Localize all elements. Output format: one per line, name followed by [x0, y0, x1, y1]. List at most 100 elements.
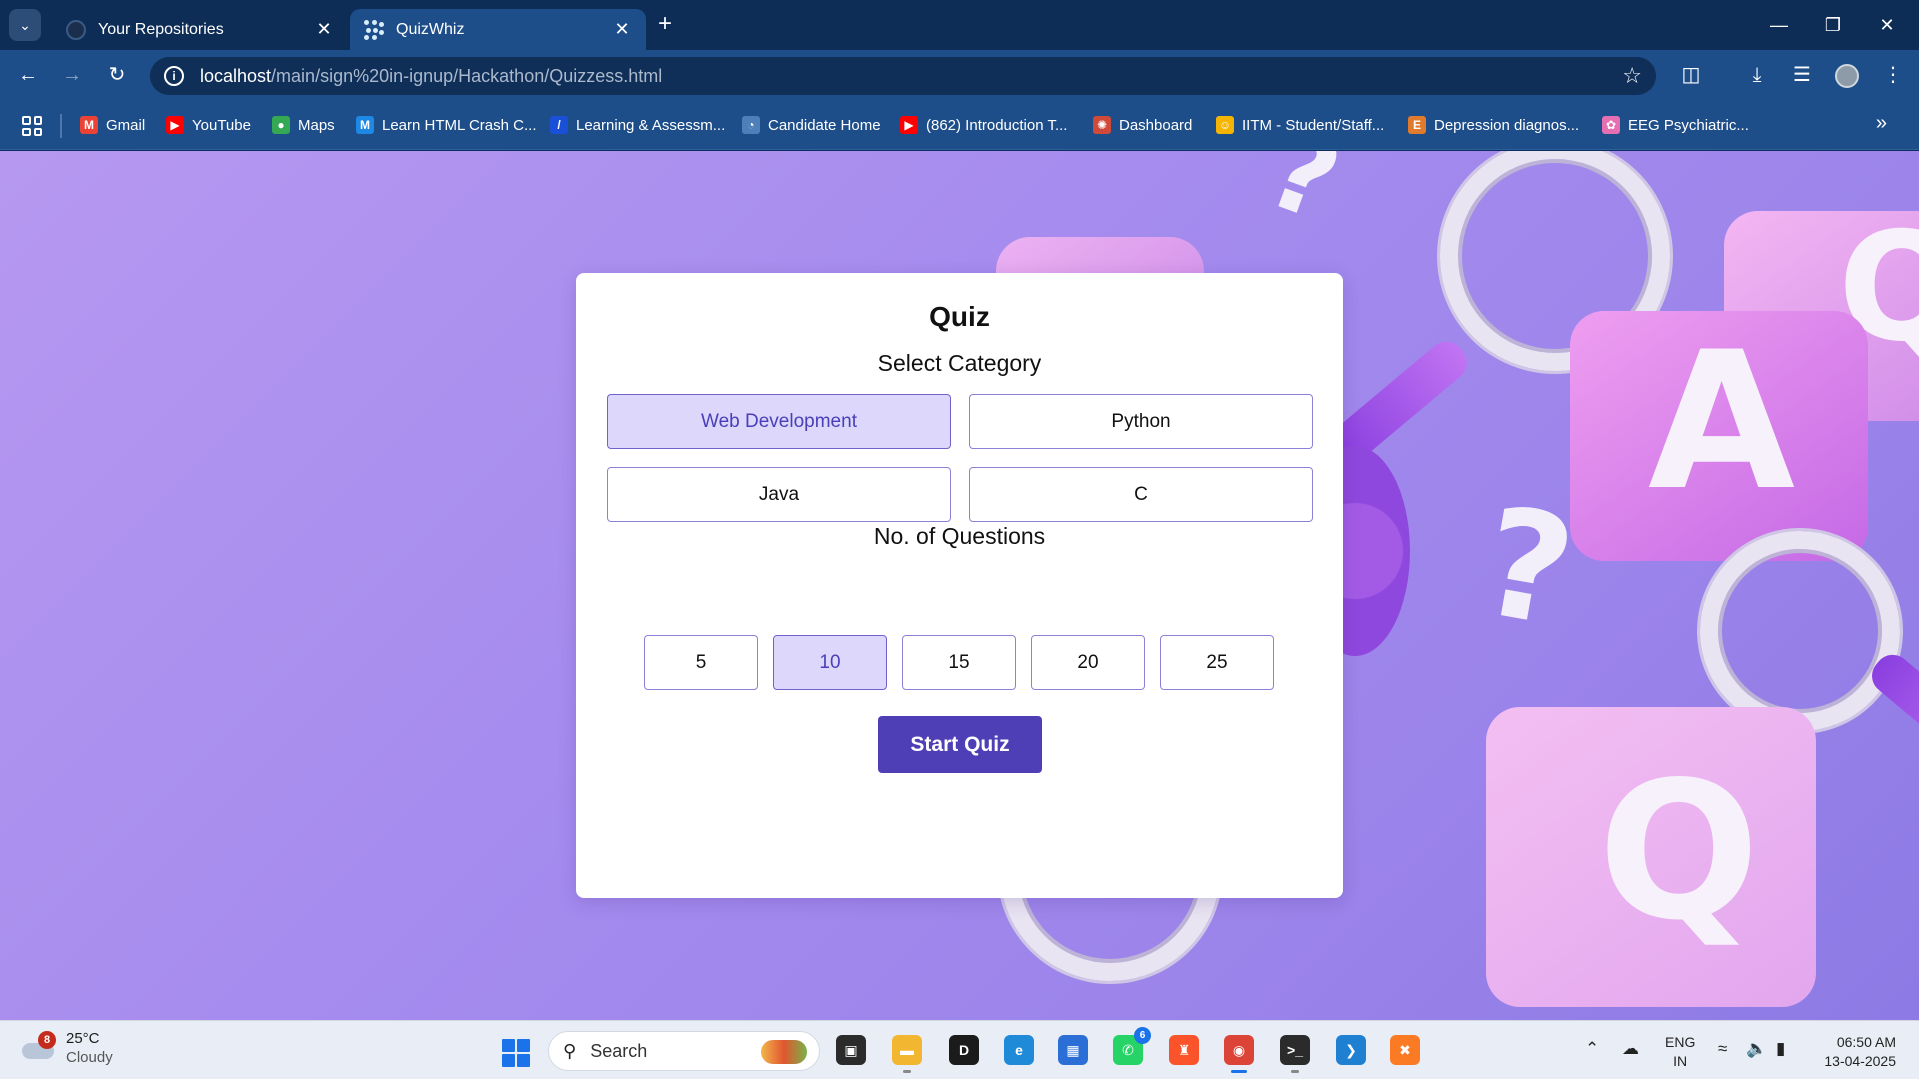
bubble-letter: A: [1648, 311, 1796, 532]
bookmark-label: Maps: [298, 116, 335, 134]
start-quiz-button[interactable]: Start Quiz: [878, 716, 1042, 773]
bookmark-label: Depression diagnos...: [1434, 116, 1580, 134]
whatsapp-icon[interactable]: ✆ 6: [1113, 1027, 1151, 1065]
tab-your-repositories[interactable]: Your Repositories ✕: [52, 9, 348, 50]
bookmark-item[interactable]: ☺ IITM - Student/Staff...: [1216, 114, 1384, 136]
file-explorer-icon[interactable]: ▬: [892, 1035, 922, 1073]
question-count-15-button[interactable]: 15: [902, 635, 1016, 690]
weather-widget[interactable]: 8 25°C Cloudy: [20, 1029, 113, 1067]
github-icon: [66, 19, 86, 40]
vscode-icon[interactable]: ❯: [1336, 1035, 1366, 1065]
url-host: localhost: [200, 65, 272, 86]
cloud-icon: 8: [20, 1031, 56, 1061]
close-tab-icon[interactable]: ✕: [612, 19, 632, 40]
chevron-down-icon: ⌄: [19, 16, 31, 33]
address-bar[interactable]: i localhost/main/sign%20in-ignup/Hackath…: [150, 57, 1656, 95]
volume-icon[interactable]: 🔈: [1746, 1039, 1767, 1059]
quiz-title: Quiz: [929, 301, 990, 332]
menu-kebab-icon[interactable]: ⋮: [1877, 59, 1909, 91]
site-info-icon[interactable]: i: [164, 66, 184, 86]
bookmark-item[interactable]: ◔ Candidate Home: [742, 114, 881, 136]
taskbar-search-placeholder: Search: [590, 1040, 648, 1061]
bookmark-item[interactable]: E Depression diagnos...: [1408, 114, 1579, 136]
bookmark-label: Dashboard: [1119, 116, 1193, 134]
browser-toolbar: ← → ↻ i localhost/main/sign%20in-ignup/H…: [0, 50, 1919, 100]
bookmark-item[interactable]: / Learning & Assessm...: [550, 114, 725, 136]
download-icon[interactable]: ⤓: [1741, 59, 1773, 91]
bookmark-item[interactable]: ● Maps: [272, 114, 335, 136]
show-hidden-icons-icon[interactable]: ⌃: [1585, 1039, 1599, 1059]
new-tab-button[interactable]: +: [652, 12, 678, 38]
questions-heading: No. of Questions: [873, 523, 1046, 549]
category-c-button[interactable]: C: [969, 467, 1313, 522]
question-count-10-button[interactable]: 10: [773, 635, 887, 690]
bookmarks-bar: M Gmail ▶ YouTube ● Maps M Learn HTML Crash C..…: [0, 100, 1919, 150]
brain-icon: ✿: [1602, 116, 1620, 134]
edge-icon[interactable]: e: [1004, 1035, 1034, 1065]
bookmark-separator: [60, 114, 62, 138]
clock-date: 13-04-2025: [1824, 1053, 1896, 1069]
bookmark-label: Learn HTML Crash C...: [382, 116, 537, 134]
category-web-development-button[interactable]: Web Development: [607, 394, 951, 449]
question-count-20-button[interactable]: 20: [1031, 635, 1145, 690]
forward-button[interactable]: →: [56, 59, 88, 91]
language-indicator[interactable]: ENG IN: [1665, 1033, 1695, 1071]
close-tab-icon[interactable]: ✕: [314, 19, 334, 40]
terminal-icon[interactable]: >_: [1280, 1035, 1310, 1073]
bookmark-label: (862) Introduction T...: [926, 116, 1068, 134]
weather-temp: 25°C: [66, 1030, 100, 1047]
dashboard-icon: ✺: [1093, 116, 1111, 134]
apps-grid-icon[interactable]: [22, 116, 42, 136]
windows-taskbar: 8 25°C Cloudy ⚲ Search ▣ ▬ De ▦ ✆ 6 ♜ ◉ >_ ❯ ✖ ⌃ ☁…: [0, 1020, 1919, 1079]
tab-search-button[interactable]: ⌄: [9, 9, 41, 41]
media-controls-icon[interactable]: ☰: [1786, 59, 1818, 91]
question-count-5-button[interactable]: 5: [644, 635, 758, 690]
minimize-button[interactable]: —: [1756, 10, 1802, 40]
onedrive-offline-icon[interactable]: ☁: [1622, 1039, 1639, 1059]
battery-icon[interactable]: ▮: [1776, 1039, 1785, 1059]
tab-title: QuizWhiz: [396, 20, 465, 38]
bookmark-label: IITM - Student/Staff...: [1242, 116, 1385, 134]
tab-title: Your Repositories: [98, 20, 224, 38]
close-window-button[interactable]: ✕: [1864, 10, 1910, 40]
question-count-25-button[interactable]: 25: [1160, 635, 1274, 690]
reload-button[interactable]: ↻: [101, 59, 133, 91]
bookmark-item[interactable]: ▶ (862) Introduction T...: [900, 114, 1067, 136]
file-explorer-taskview-icon[interactable]: ▣: [836, 1035, 866, 1065]
brave-icon[interactable]: ♜: [1169, 1035, 1199, 1065]
xampp-icon[interactable]: ✖: [1390, 1035, 1420, 1065]
extensions-icon[interactable]: ◫: [1675, 59, 1707, 91]
quizwhiz-favicon: [364, 19, 384, 40]
category-python-button[interactable]: Python: [969, 394, 1313, 449]
more-bookmarks-icon[interactable]: »: [1876, 112, 1887, 135]
weather-badge: 8: [38, 1031, 56, 1049]
bookmark-item[interactable]: M Learn HTML Crash C...: [356, 114, 537, 136]
system-clock[interactable]: 06:50 AM 13-04-2025: [1812, 1033, 1896, 1071]
bookmark-item[interactable]: ✺ Dashboard: [1093, 114, 1192, 136]
bookmark-item[interactable]: ▶ YouTube: [166, 114, 251, 136]
taskbar-search-box[interactable]: ⚲ Search: [548, 1031, 820, 1071]
chrome-icon[interactable]: ◉: [1224, 1035, 1254, 1073]
e-logo-icon: E: [1408, 116, 1426, 134]
gmail-icon: M: [80, 116, 98, 134]
bookmark-item[interactable]: M Gmail: [80, 114, 145, 136]
youtube-icon: ▶: [166, 116, 184, 134]
candidate-icon: ◔: [742, 116, 760, 134]
language-region: IN: [1673, 1053, 1688, 1069]
bookmark-star-icon[interactable]: ☆: [1622, 63, 1642, 89]
bookmark-item[interactable]: ✿ EEG Psychiatric...: [1602, 114, 1749, 136]
wifi-icon[interactable]: ≈: [1718, 1039, 1727, 1059]
youtube-icon: ▶: [900, 116, 918, 134]
notification-badge: 6: [1134, 1027, 1151, 1044]
back-button[interactable]: ←: [12, 59, 44, 91]
url-path: /main/sign%20in-ignup/Hackathon/Quizzess…: [271, 65, 663, 86]
bookmark-label: EEG Psychiatric...: [1628, 116, 1749, 134]
store-icon[interactable]: ▦: [1058, 1035, 1088, 1065]
restore-button[interactable]: ❐: [1810, 10, 1856, 40]
profile-avatar[interactable]: [1835, 64, 1859, 88]
question-mark-decoration: ?: [1469, 474, 1586, 662]
category-java-button[interactable]: Java: [607, 467, 951, 522]
dell-icon[interactable]: D: [949, 1035, 979, 1065]
tab-quizwhiz[interactable]: QuizWhiz ✕: [350, 9, 646, 50]
windows-start-icon[interactable]: [502, 1039, 530, 1067]
